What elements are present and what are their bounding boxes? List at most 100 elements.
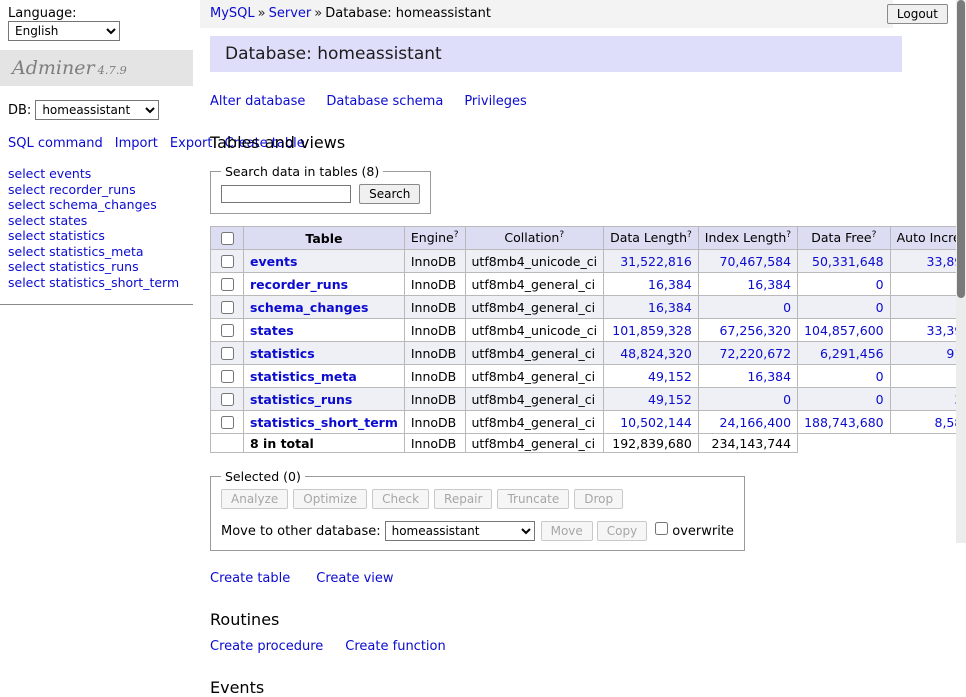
sidebar-select-schema-changes[interactable]: select schema_changes	[8, 197, 185, 213]
row-checkbox-recorder-runs[interactable]	[221, 278, 234, 291]
language-select[interactable]: English	[8, 21, 120, 41]
data-length-link[interactable]: 49,152	[648, 369, 692, 384]
row-checkbox-schema-changes[interactable]	[221, 301, 234, 314]
index-length-link[interactable]: 0	[783, 392, 791, 407]
row-checkbox-states[interactable]	[221, 324, 234, 337]
search-button[interactable]: Search	[359, 184, 420, 204]
table-link-states[interactable]: states	[250, 323, 294, 338]
breadcrumb-server[interactable]: Server	[269, 6, 312, 21]
main-content: Database: homeassistant Alter databaseDa…	[210, 27, 902, 697]
totals-index-length: 234,143,744	[698, 434, 797, 453]
db-select[interactable]: homeassistant	[35, 100, 159, 120]
table-link-statistics[interactable]: statistics	[250, 346, 315, 361]
truncate-button[interactable]: Truncate	[497, 489, 569, 509]
drop-button[interactable]: Drop	[574, 489, 623, 509]
index-length-link[interactable]: 72,220,672	[720, 346, 792, 361]
sidebar-select-statistics-meta[interactable]: select statistics_meta	[8, 244, 185, 260]
create-procedure-link[interactable]: Create procedure	[210, 639, 323, 654]
page-scrollbar[interactable]	[956, 0, 966, 543]
overwrite-checkbox[interactable]	[655, 522, 668, 535]
index-length-cell: 16,384	[698, 273, 797, 296]
data-length-link[interactable]: 16,384	[648, 300, 692, 315]
data-length-link[interactable]: 48,824,320	[620, 346, 692, 361]
col-header-auto-increment: Auto Increment?	[890, 227, 966, 250]
row-checkbox-statistics-meta[interactable]	[221, 370, 234, 383]
index-length-link[interactable]: 16,384	[747, 369, 791, 384]
breadcrumb-mysql[interactable]: MySQL	[210, 6, 255, 21]
analyze-button[interactable]: Analyze	[221, 489, 288, 509]
sidebar-link-sql-command[interactable]: SQL command	[8, 136, 103, 151]
data-free-cell: 6,291,456	[798, 342, 891, 365]
database-schema-link[interactable]: Database schema	[326, 94, 443, 109]
table-link-statistics-meta[interactable]: statistics_meta	[250, 369, 357, 384]
create-view-link[interactable]: Create view	[316, 571, 393, 586]
data-free-link[interactable]: 6,291,456	[820, 346, 884, 361]
create-function-link[interactable]: Create function	[345, 639, 445, 654]
optimize-button[interactable]: Optimize	[293, 489, 367, 509]
sidebar-table-links: select eventsselect recorder_runsselect …	[0, 156, 193, 305]
index-length-cell: 72,220,672	[698, 342, 797, 365]
sidebar-select-events[interactable]: select events	[8, 166, 185, 182]
table-link-events[interactable]: events	[250, 254, 297, 269]
row-checkbox-statistics-short-term[interactable]	[221, 416, 234, 429]
data-length-link[interactable]: 31,522,816	[620, 254, 692, 269]
help-link[interactable]: ?	[687, 230, 692, 240]
help-link[interactable]: ?	[559, 230, 564, 240]
index-length-link[interactable]: 0	[783, 300, 791, 315]
table-link-schema-changes[interactable]: schema_changes	[250, 300, 368, 315]
data-free-link[interactable]: 188,743,680	[804, 415, 884, 430]
copy-button[interactable]: Copy	[597, 521, 647, 541]
row-checkbox-statistics[interactable]	[221, 347, 234, 360]
data-length-link[interactable]: 10,502,144	[620, 415, 692, 430]
help-link[interactable]: ?	[454, 230, 459, 240]
sidebar-link-export[interactable]: Export	[170, 136, 213, 151]
logout-button[interactable]: Logout	[887, 4, 948, 24]
sidebar-select-recorder-runs[interactable]: select recorder_runs	[8, 182, 185, 198]
table-link-statistics-short-term[interactable]: statistics_short_term	[250, 415, 398, 430]
table-link-statistics-runs[interactable]: statistics_runs	[250, 392, 352, 407]
breadcrumb-separator: »	[258, 6, 266, 21]
index-length-link[interactable]: 67,256,320	[720, 323, 792, 338]
app-name[interactable]: Adminer	[12, 57, 95, 79]
data-free-link[interactable]: 0	[876, 369, 884, 384]
sidebar-select-statistics-runs[interactable]: select statistics_runs	[8, 259, 185, 275]
search-input[interactable]	[221, 185, 351, 203]
data-free-link[interactable]: 50,331,648	[812, 254, 884, 269]
select-all-checkbox[interactable]	[221, 232, 234, 245]
data-length-link[interactable]: 49,152	[648, 392, 692, 407]
help-link[interactable]: ?	[786, 230, 791, 240]
data-length-link[interactable]: 16,384	[648, 277, 692, 292]
index-length-link[interactable]: 16,384	[747, 277, 791, 292]
sidebar-select-statistics-short-term[interactable]: select statistics_short_term	[8, 275, 185, 291]
create-table-link[interactable]: Create table	[210, 571, 290, 586]
repair-button[interactable]: Repair	[434, 489, 492, 509]
breadcrumb: MySQL»Server»Database: homeassistant	[200, 0, 893, 28]
totals-collation: utf8mb4_general_ci	[465, 434, 604, 453]
data-free-link[interactable]: 0	[876, 277, 884, 292]
row-checkbox-statistics-runs[interactable]	[221, 393, 234, 406]
db-action-links: Alter database Database schema Privileges	[210, 94, 902, 109]
move-db-select[interactable]: homeassistant	[385, 521, 535, 541]
sidebar-link-import[interactable]: Import	[115, 136, 158, 151]
privileges-link[interactable]: Privileges	[464, 94, 527, 109]
sidebar-select-statistics[interactable]: select statistics	[8, 228, 185, 244]
data-length-link[interactable]: 101,859,328	[612, 323, 692, 338]
row-checkbox-events[interactable]	[221, 255, 234, 268]
table-name-cell: statistics_meta	[244, 365, 405, 388]
tables-heading: Tables and views	[210, 133, 902, 152]
index-length-link[interactable]: 70,467,584	[720, 254, 792, 269]
index-length-link[interactable]: 24,166,400	[720, 415, 792, 430]
sidebar-select-states[interactable]: select states	[8, 213, 185, 229]
move-button[interactable]: Move	[541, 521, 593, 541]
help-link[interactable]: ?	[872, 230, 877, 240]
data-free-link[interactable]: 104,857,600	[804, 323, 884, 338]
scrollbar-thumb[interactable]	[957, 0, 965, 298]
table-row: recorder_runsInnoDButf8mb4_general_ci16,…	[211, 273, 966, 296]
data-free-link[interactable]: 0	[876, 392, 884, 407]
col-header-data-length: Data Length?	[604, 227, 699, 250]
data-free-link[interactable]: 0	[876, 300, 884, 315]
table-link-recorder-runs[interactable]: recorder_runs	[250, 277, 348, 292]
auto-increment-cell: 325	[890, 365, 966, 388]
alter-database-link[interactable]: Alter database	[210, 94, 305, 109]
check-button[interactable]: Check	[372, 489, 429, 509]
